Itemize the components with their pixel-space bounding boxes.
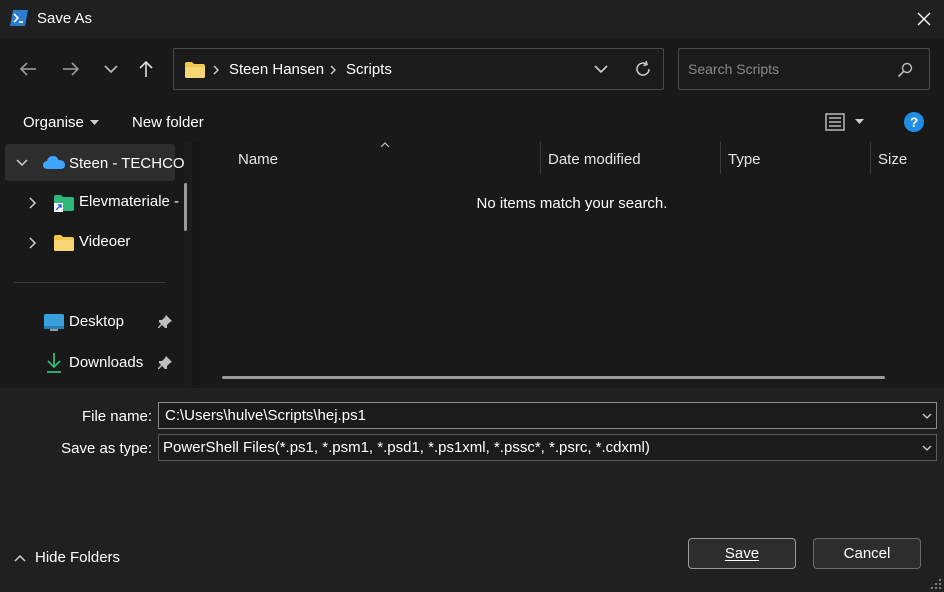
hide-folders-button[interactable]: Hide Folders bbox=[14, 549, 120, 566]
desktop-icon bbox=[44, 314, 64, 331]
nav-divider bbox=[14, 282, 165, 283]
nav-item-label: Desktop bbox=[69, 313, 125, 330]
nav-item-label: Downloads bbox=[69, 354, 144, 371]
resize-grip-icon[interactable] bbox=[930, 578, 942, 590]
breadcrumb-item-steen-hansen[interactable]: Steen Hansen bbox=[229, 61, 324, 78]
nav-item-label: Elevmateriale - bbox=[79, 193, 180, 210]
new-folder-button[interactable]: New folder bbox=[132, 114, 204, 131]
breadcrumb-separator-icon bbox=[213, 65, 219, 75]
forward-button[interactable] bbox=[56, 54, 86, 84]
chevron-right-icon[interactable] bbox=[29, 237, 37, 249]
file-name-field[interactable]: C:\Users\hulve\Scripts\hej.ps1 bbox=[158, 402, 937, 429]
file-list[interactable]: Name Date modified Type Size No items ma… bbox=[200, 142, 944, 388]
column-separator[interactable] bbox=[540, 142, 541, 174]
onedrive-cloud-icon bbox=[43, 156, 65, 169]
list-view-icon bbox=[825, 113, 845, 131]
file-name-value: C:\Users\hulve\Scripts\hej.ps1 bbox=[165, 407, 366, 424]
download-icon bbox=[47, 353, 61, 373]
arrow-right-icon bbox=[63, 62, 80, 76]
back-button[interactable] bbox=[13, 54, 43, 84]
chevron-right-icon[interactable] bbox=[29, 197, 37, 209]
empty-message: No items match your search. bbox=[476, 195, 668, 212]
nav-item-desktop[interactable]: Desktop bbox=[0, 304, 184, 340]
cancel-button[interactable]: Cancel bbox=[813, 538, 921, 569]
column-separator[interactable] bbox=[870, 142, 871, 174]
save-options-panel: File name: C:\Users\hulve\Scripts\hej.ps… bbox=[0, 388, 944, 592]
chevron-down-icon bbox=[104, 65, 118, 74]
refresh-icon[interactable] bbox=[634, 60, 652, 78]
nav-item-label: Steen - TECHCO bbox=[69, 155, 184, 172]
nav-item-videoer[interactable]: Videoer bbox=[0, 224, 184, 260]
search-box[interactable] bbox=[678, 48, 930, 90]
column-header-date-modified[interactable]: Date modified bbox=[548, 151, 641, 168]
chevron-down-icon[interactable] bbox=[922, 413, 932, 420]
save-as-type-label: Save as type: bbox=[61, 440, 152, 457]
nav-item-downloads[interactable]: Downloads bbox=[0, 344, 184, 380]
caret-down-icon bbox=[855, 119, 864, 124]
svg-text:?: ? bbox=[910, 114, 919, 130]
column-header-size[interactable]: Size bbox=[878, 151, 907, 168]
folder-icon bbox=[54, 235, 74, 251]
cancel-button-label: Cancel bbox=[843, 545, 891, 562]
nav-pane-scrollbar[interactable] bbox=[184, 183, 187, 231]
arrow-left-icon bbox=[19, 62, 36, 76]
title-bar bbox=[0, 0, 944, 38]
help-icon: ? bbox=[904, 112, 924, 132]
shared-folder-icon bbox=[54, 195, 74, 212]
recent-locations-button[interactable] bbox=[96, 54, 126, 84]
address-bar[interactable]: Steen Hansen Scripts bbox=[173, 48, 664, 90]
organise-menu-button[interactable]: Organise bbox=[23, 114, 99, 131]
column-header-name[interactable]: Name bbox=[238, 151, 278, 168]
column-header-type[interactable]: Type bbox=[728, 151, 761, 168]
chevron-down-icon[interactable] bbox=[16, 159, 28, 167]
search-input[interactable] bbox=[688, 61, 888, 77]
search-icon bbox=[897, 62, 913, 78]
arrow-up-icon bbox=[139, 60, 153, 77]
powershell-app-icon bbox=[10, 10, 28, 26]
sort-ascending-icon bbox=[380, 142, 390, 148]
nav-item-elevmateriale[interactable]: Elevmateriale - bbox=[0, 184, 184, 220]
hide-folders-label: Hide Folders bbox=[35, 549, 121, 566]
up-button[interactable] bbox=[131, 54, 161, 84]
horizontal-scrollbar[interactable] bbox=[222, 376, 885, 379]
nav-item-label: Videoer bbox=[79, 233, 131, 250]
chevron-down-icon[interactable] bbox=[594, 64, 608, 74]
save-button-label: Save bbox=[724, 545, 760, 562]
view-options-button[interactable] bbox=[825, 112, 864, 132]
navigation-pane[interactable]: Steen - TECHCO Elevmateriale - Videoer D… bbox=[0, 142, 184, 388]
breadcrumb-separator-icon bbox=[330, 65, 336, 75]
window-title: Save As bbox=[37, 10, 93, 27]
close-button[interactable] bbox=[904, 0, 944, 38]
chevron-down-icon[interactable] bbox=[922, 445, 932, 452]
column-separator[interactable] bbox=[720, 142, 721, 174]
breadcrumb-item-scripts[interactable]: Scripts bbox=[346, 61, 392, 78]
save-button[interactable]: Save bbox=[688, 538, 796, 569]
pane-splitter[interactable] bbox=[192, 142, 200, 388]
nav-item-onedrive[interactable]: Steen - TECHCO bbox=[5, 144, 184, 181]
chevron-up-icon bbox=[14, 554, 26, 562]
file-name-label: File name: bbox=[81, 408, 152, 425]
pin-icon[interactable] bbox=[158, 315, 172, 329]
caret-down-icon bbox=[89, 119, 99, 125]
help-button[interactable]: ? bbox=[904, 112, 924, 137]
folder-icon bbox=[185, 62, 205, 78]
close-icon bbox=[917, 12, 931, 26]
save-as-type-value: PowerShell Files(*.ps1, *.psm1, *.psd1, … bbox=[163, 439, 650, 456]
save-as-type-select[interactable]: PowerShell Files(*.ps1, *.psm1, *.psd1, … bbox=[158, 434, 937, 461]
pin-icon[interactable] bbox=[158, 356, 172, 370]
organise-label: Organise bbox=[23, 114, 84, 131]
